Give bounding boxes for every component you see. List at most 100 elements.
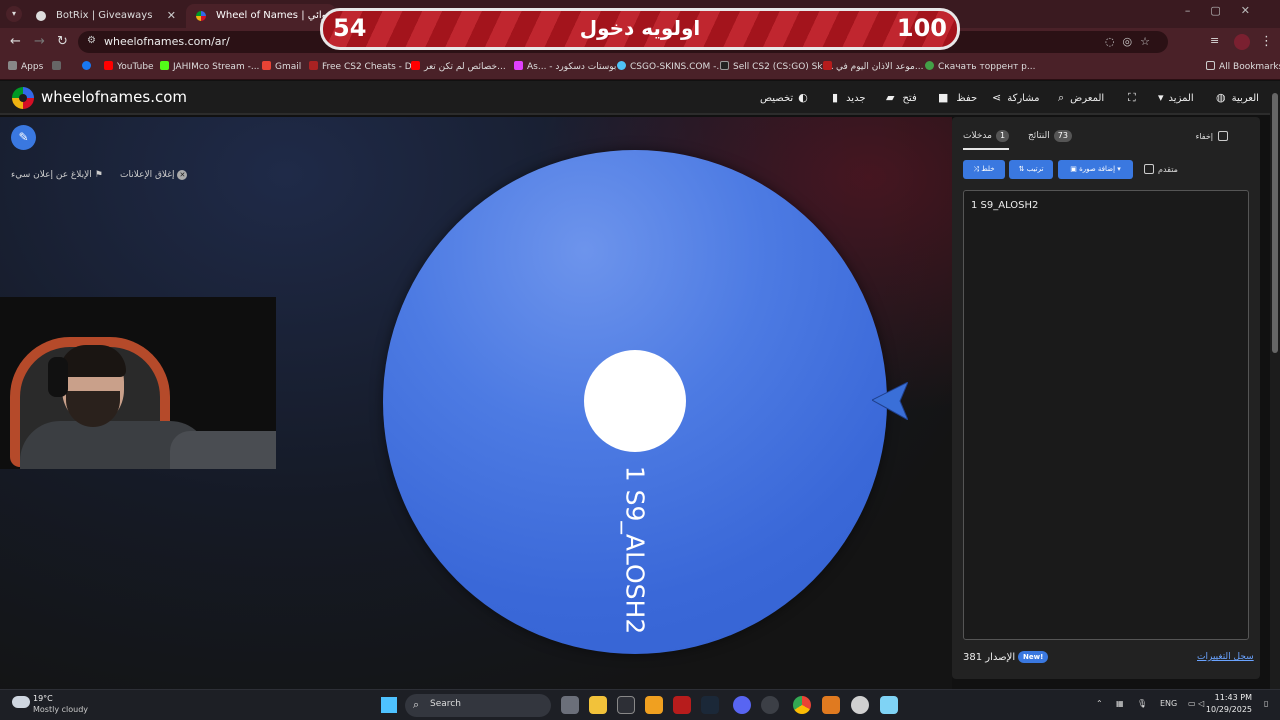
advanced-checkbox[interactable]: متقدم [1144, 164, 1178, 174]
all-bookmarks[interactable]: All Bookmarks [1206, 61, 1280, 72]
entries-textarea[interactable]: 1 S9_ALOSH2 [963, 190, 1249, 640]
shuffle-button[interactable]: ⤨ خلط [963, 160, 1005, 179]
scrollbar-thumb[interactable] [1272, 93, 1278, 353]
bookmark-gmail[interactable]: Gmail [262, 61, 301, 72]
app-circle-icon[interactable] [761, 696, 779, 714]
site-brand[interactable]: wheelofnames.com [41, 88, 187, 106]
more-menu[interactable]: ▾ المزيد [1158, 91, 1194, 104]
bookmark-youtube-link[interactable]: YouTube [104, 61, 154, 72]
taskbar-search[interactable]: ⌕ Search [405, 694, 551, 717]
hide-checkbox[interactable]: إخفاء [1196, 131, 1228, 141]
bookmark-sell-cs2[interactable]: Sell CS2 (CS:GO) Ski... [720, 61, 834, 72]
share-button[interactable]: ⋖ مشاركة [992, 91, 1040, 104]
close-ads-link[interactable]: إغلاق الإعلانات ✕ [120, 170, 188, 180]
wheel-favicon-icon [196, 11, 206, 21]
language-menu[interactable]: ◍ العربية [1216, 91, 1259, 104]
clock-date[interactable]: 10/29/2025 [1206, 705, 1252, 714]
add-image-button[interactable]: ▣ إضافة صورة ▾ [1058, 160, 1133, 179]
wheel-center-hub[interactable] [584, 350, 686, 452]
chevron-down-icon: ▾ [1117, 165, 1121, 173]
report-ad-link[interactable]: الإبلاغ عن إعلان سيء ⚑ [11, 170, 103, 180]
grid-icon [52, 61, 61, 70]
changelog-link[interactable]: سجل التغييرات [1197, 652, 1254, 662]
bookmark-youtube[interactable] [82, 61, 95, 72]
folder-icon [1206, 61, 1215, 70]
palette-icon: ◐ [798, 91, 808, 104]
reload-icon[interactable]: ↻ [57, 34, 68, 49]
discord-icon[interactable] [733, 696, 751, 714]
tray-chevron-up-icon[interactable]: ⌃ [1096, 699, 1103, 708]
steam-icon[interactable] [701, 696, 719, 714]
checkbox-box[interactable] [1218, 131, 1228, 141]
bookmark-youtube-ar[interactable]: خصائص لم تكن تعر... [411, 61, 506, 72]
weather-temperature[interactable]: 19°C [33, 694, 53, 703]
microphone-icon[interactable]: 🎙 [1137, 699, 1147, 708]
apps-grid-icon [8, 61, 17, 70]
bookmark-cs2-cheats[interactable]: Free CS2 Cheats - D... [309, 61, 420, 72]
back-arrow-icon[interactable]: ← [10, 34, 21, 49]
webcam-overlay [0, 297, 276, 469]
webcam-person-arm [170, 431, 276, 469]
cloud-icon[interactable] [12, 696, 30, 708]
clock-time[interactable]: 11:43 PM [1215, 693, 1252, 702]
window-controls[interactable]: –▢✕ [1185, 4, 1270, 17]
overlay-title: اولويه دخول [579, 16, 701, 40]
forward-arrow-icon[interactable]: → [34, 34, 45, 49]
bookmark-grid[interactable] [52, 61, 65, 72]
browser-tab-wheel[interactable]: Wheel of Names | اسم العشوائي [186, 4, 336, 28]
customize-button[interactable]: تخصيص ◐ [760, 91, 808, 104]
sort-icon: ⇅ [1018, 165, 1025, 173]
bookmark-csgo-skins[interactable]: CSGO-SKINS.COM -... [617, 61, 725, 72]
bookmark-torrent[interactable]: Скачать торрент р... [925, 61, 1035, 72]
facebook-icon [82, 61, 91, 70]
browser-menu-icon[interactable]: ⋮ [1260, 34, 1273, 49]
bookmark-discord-posts[interactable]: As... - بوستات دسكورد [514, 61, 616, 72]
checkbox-box[interactable] [1144, 164, 1154, 174]
tab-entries[interactable]: مدخلات 1 [963, 130, 1010, 150]
fullscreen-button[interactable]: ⛶ [1128, 91, 1136, 105]
app-peak-icon[interactable] [822, 696, 840, 714]
save-icon: ■ [938, 91, 949, 104]
task-view-icon[interactable] [561, 696, 579, 714]
network-icon[interactable]: ▭ ◁ [1188, 699, 1204, 708]
browser-tab-botrix[interactable]: BotRix | Giveaways ✕ [26, 4, 182, 28]
windows-start-icon[interactable] [381, 697, 397, 713]
entry-line: 1 S9_ALOSH2 [971, 200, 1039, 211]
chevron-down-icon: ▾ [1158, 91, 1164, 104]
app-bolt-icon[interactable] [645, 696, 663, 714]
bookmark-prayer-times[interactable]: موعد الاذان اليوم في... [823, 61, 923, 72]
notifications-icon[interactable]: ▯ [1264, 699, 1268, 708]
app-g-icon[interactable] [617, 696, 635, 714]
tray-app-icon[interactable]: ▦ [1116, 699, 1124, 708]
reading-list-icon[interactable]: ≡ [1210, 34, 1219, 47]
edit-pencil-icon[interactable]: ✎ [11, 125, 36, 150]
bookmark-kick[interactable]: JAHIMco Stream -... [160, 61, 259, 72]
profile-avatar[interactable] [1234, 34, 1250, 50]
close-icon[interactable]: ✕ [167, 4, 176, 28]
app-triangle-icon[interactable] [673, 696, 691, 714]
site-info-icon[interactable]: ⚙ [87, 35, 96, 46]
wheel-pointer-icon [872, 382, 908, 420]
chrome-icon[interactable] [793, 696, 811, 714]
weather-condition[interactable]: Mostly cloudy [33, 705, 88, 714]
sort-button[interactable]: ⇅ ترتيب [1009, 160, 1053, 179]
file-explorer-icon[interactable] [589, 696, 607, 714]
tab-results[interactable]: النتائج 73 [1028, 130, 1072, 142]
wheel-logo-icon[interactable] [12, 87, 34, 109]
url-actions[interactable]: ◌◎☆ [1105, 35, 1158, 48]
page-scrollbar[interactable] [1270, 81, 1280, 689]
new-button[interactable]: ▮ جديد [832, 91, 866, 104]
tab-search-chevron-icon[interactable]: ▾ [6, 6, 22, 22]
input-language[interactable]: ENG [1160, 699, 1177, 708]
notepad-icon[interactable] [880, 696, 898, 714]
results-count-badge: 73 [1053, 130, 1072, 142]
youtube-icon [104, 61, 113, 70]
gallery-button[interactable]: ⌕ المعرض [1058, 91, 1104, 105]
gmail-icon [262, 61, 271, 70]
save-button[interactable]: ■ حفظ [938, 91, 977, 104]
folder-open-icon: ▰ [886, 91, 895, 104]
app-gear-icon[interactable] [851, 696, 869, 714]
bookmark-apps[interactable]: Apps [8, 61, 43, 72]
tab-label: BotRix | Giveaways [56, 10, 153, 21]
open-button[interactable]: ▰ فتح [886, 91, 917, 104]
